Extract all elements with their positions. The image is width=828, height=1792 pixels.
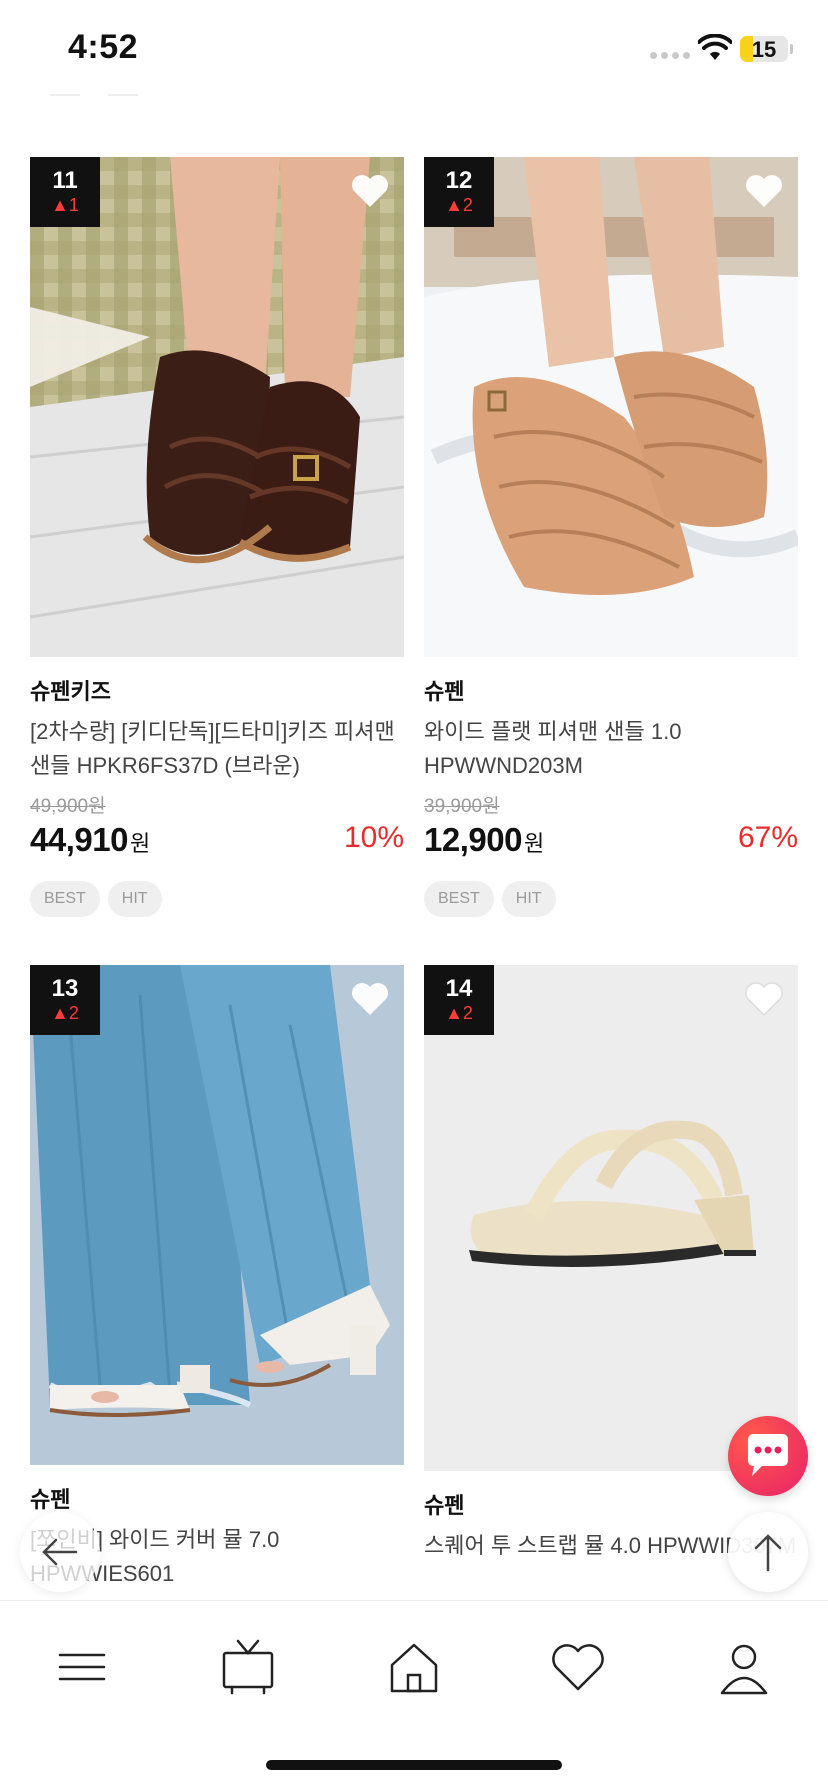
arrow-left-icon <box>42 1538 78 1566</box>
wishlist-heart-icon[interactable] <box>350 981 390 1017</box>
tag-list: BEST HIT <box>30 881 404 917</box>
tag-best: BEST <box>424 881 494 917</box>
arrow-up-icon <box>754 1534 782 1572</box>
clock: 4:52 <box>68 28 139 66</box>
heart-icon[interactable] <box>548 1637 608 1697</box>
rank-badge: 14 ▲2 <box>424 965 494 1035</box>
rank-badge: 13 ▲2 <box>30 965 100 1035</box>
original-price: 39,900원 <box>424 796 500 817</box>
home-icon[interactable] <box>384 1637 444 1697</box>
price-row: 12,900원 67% <box>424 821 798 865</box>
status-bar: 4:52 15 <box>0 0 828 100</box>
cream-strap-mule-photo <box>424 965 798 1471</box>
chat-button[interactable] <box>728 1416 808 1496</box>
tv-icon[interactable] <box>218 1637 278 1697</box>
tag-best: BEST <box>30 881 100 917</box>
back-button[interactable] <box>20 1512 100 1592</box>
brown-kids-fisherman-sandal-photo <box>30 157 404 657</box>
sale-price: 12,900 <box>424 821 522 858</box>
discount-rate: 67% <box>737 821 798 854</box>
wishlist-heart-icon[interactable] <box>744 173 784 209</box>
cellular-signal-icon <box>650 52 690 59</box>
menu-icon[interactable] <box>52 1637 112 1697</box>
brand-name: 슈펜 <box>30 1487 71 1512</box>
sale-price: 44,910 <box>30 821 128 858</box>
product-image[interactable]: 12 ▲2 <box>424 157 798 657</box>
original-price: 49,900원 <box>30 796 106 817</box>
rank-badge: 12 ▲2 <box>424 157 494 227</box>
tag-hit: HIT <box>501 881 556 917</box>
currency: 원 <box>523 831 545 856</box>
battery-icon: 15 <box>740 36 788 62</box>
user-icon[interactable] <box>714 1637 774 1697</box>
product-card[interactable]: 12 ▲2 슈펜 와이드 플랫 피셔맨 샌들 1.0 HPWWND203M 39… <box>424 157 798 917</box>
brand-name: 슈펜 <box>424 679 465 704</box>
wishlist-heart-icon[interactable] <box>744 981 784 1017</box>
scroll-to-top-button[interactable] <box>728 1512 808 1592</box>
product-card[interactable]: 11 ▲1 슈펜키즈 [2차수량] [키디단독][드타미]키즈 피셔맨 샌들 H… <box>30 157 404 917</box>
chat-bubble-icon <box>748 1434 788 1476</box>
tag-hit: HIT <box>107 881 162 917</box>
product-image[interactable]: 14 ▲2 <box>424 965 798 1471</box>
white-mule-jeans-photo <box>30 965 404 1465</box>
tag-list: BEST HIT <box>424 881 798 917</box>
product-name[interactable]: 와이드 플랫 피셔맨 샌들 1.0 HPWWND203M <box>424 715 798 783</box>
product-name[interactable]: [2차수량] [키디단독][드타미]키즈 피셔맨 샌들 HPKR6FS37D (… <box>30 715 404 783</box>
wishlist-heart-icon[interactable] <box>350 173 390 209</box>
discount-rate: 10% <box>343 821 404 854</box>
product-card[interactable]: 13 ▲2 슈펜 [쪼인비] 와이드 커버 뮬 7.0 HPWWIES601 <box>30 965 404 1591</box>
currency: 원 <box>129 831 151 856</box>
rank-badge: 11 ▲1 <box>30 157 100 227</box>
wifi-icon <box>698 34 732 60</box>
price-row: 44,910원 10% <box>30 821 404 865</box>
brand-name: 슈펜키즈 <box>30 679 111 704</box>
home-indicator <box>266 1760 562 1770</box>
battery-level: 15 <box>751 37 777 62</box>
product-card[interactable]: 14 ▲2 슈펜 스퀘어 투 스트랩 뮬 4.0 HPWWID307M <box>424 965 798 1597</box>
product-image[interactable]: 13 ▲2 <box>30 965 404 1465</box>
tan-fisherman-sandal-photo <box>424 157 798 657</box>
product-image[interactable]: 11 ▲1 <box>30 157 404 657</box>
